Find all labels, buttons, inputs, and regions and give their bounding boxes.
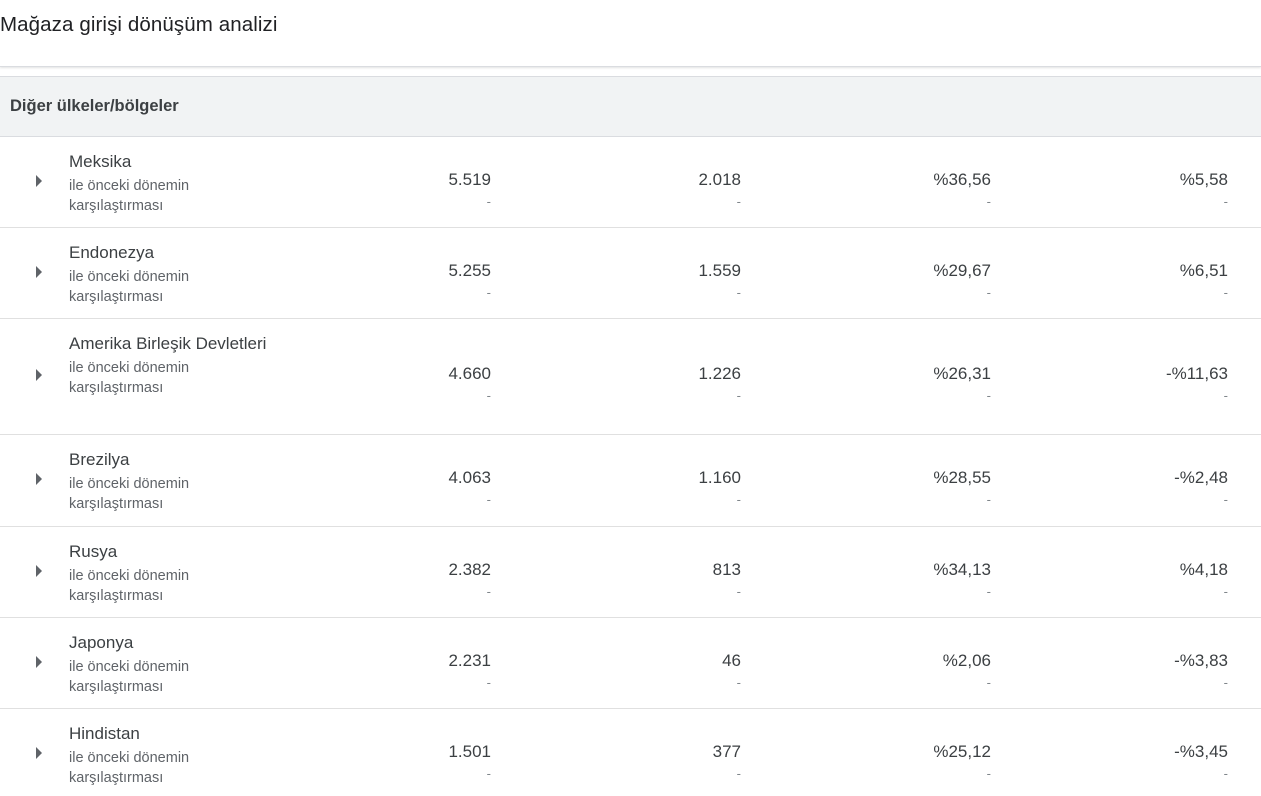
metric-change: - bbox=[986, 583, 991, 599]
metric-change: - bbox=[986, 284, 991, 300]
metric-value: %5,58 bbox=[1179, 169, 1228, 189]
table-row[interactable]: Meksika ile önceki dönemin karşılaştırmas… bbox=[0, 137, 1261, 228]
group-label: Diğer ülkeler/bölgeler bbox=[10, 97, 179, 115]
row-label-block: Brezilya ile önceki dönemin karşılaştırma… bbox=[69, 447, 269, 514]
metric-value: 813 bbox=[712, 559, 741, 579]
comparison-label: ile önceki dönemin karşılaştırması bbox=[69, 750, 190, 786]
metric-change: - bbox=[986, 193, 991, 209]
comparison-label: ile önceki dönemin karşılaştırması bbox=[69, 568, 190, 604]
metric-change: - bbox=[1223, 583, 1228, 599]
metric-value: %2,06 bbox=[942, 650, 991, 670]
metric-value: %6,51 bbox=[1179, 260, 1228, 280]
title-bar: Mağaza girişi dönüşüm analizi bbox=[0, 0, 1261, 67]
metric-value: %34,13 bbox=[933, 559, 991, 579]
metric-value: -%3,45 bbox=[1174, 741, 1228, 761]
comparison-label: ile önceki dönemin karşılaştırması bbox=[69, 269, 190, 305]
metric-change: - bbox=[736, 388, 741, 403]
table-row[interactable]: Endonezya ile önceki dönemin karşılaştırm… bbox=[0, 228, 1261, 319]
metric-change: - bbox=[986, 674, 991, 690]
metric-value: 2.231 bbox=[448, 650, 491, 670]
country-name: Meksika bbox=[69, 152, 132, 171]
table-row[interactable]: Amerika Birleşik Devletleri ile önceki dö… bbox=[0, 319, 1261, 435]
country-name: Amerika Birleşik Devletleri bbox=[69, 334, 267, 353]
metric-value: 46 bbox=[722, 650, 741, 670]
metric-value: 5.519 bbox=[448, 169, 491, 189]
comparison-label: ile önceki dönemin karşılaştırması bbox=[69, 178, 190, 214]
caret-right-icon[interactable] bbox=[36, 369, 42, 381]
metric-value: -%3,83 bbox=[1174, 650, 1228, 670]
metric-change: - bbox=[486, 492, 491, 507]
metric-value: %26,31 bbox=[933, 364, 991, 383]
metric-change: - bbox=[486, 388, 491, 403]
caret-right-icon[interactable] bbox=[36, 746, 42, 759]
metric-change: - bbox=[736, 674, 741, 690]
row-label-block: Hindistan ile önceki dönemin karşılaştırm… bbox=[69, 721, 269, 788]
country-name: Endonezya bbox=[69, 243, 155, 262]
row-label-block: Endonezya ile önceki dönemin karşılaştırm… bbox=[69, 240, 269, 307]
metric-value: 1.226 bbox=[698, 364, 741, 383]
metric-change: - bbox=[1223, 765, 1228, 781]
country-name: Brezilya bbox=[69, 450, 130, 469]
metric-value: %28,55 bbox=[933, 468, 991, 487]
metric-change: - bbox=[1223, 193, 1228, 209]
metric-change: - bbox=[986, 388, 991, 403]
metric-value: %25,12 bbox=[933, 741, 991, 761]
comparison-label: ile önceki dönemin karşılaştırması bbox=[69, 659, 190, 695]
metric-value: 5.255 bbox=[448, 260, 491, 280]
country-name: Rusya bbox=[69, 542, 118, 561]
country-name: Hindistan bbox=[69, 724, 140, 743]
row-label-block: Meksika ile önceki dönemin karşılaştırmas… bbox=[69, 149, 269, 216]
table-row[interactable]: Brezilya ile önceki dönemin karşılaştırma… bbox=[0, 435, 1261, 527]
metric-change: - bbox=[486, 193, 491, 209]
comparison-label: ile önceki dönemin karşılaştırması bbox=[69, 476, 190, 512]
row-label-block: Rusya ile önceki dönemin karşılaştırması bbox=[69, 539, 269, 606]
row-label-block: Japonya ile önceki dönemin karşılaştırmas… bbox=[69, 630, 269, 697]
metric-value: 2.382 bbox=[448, 559, 491, 579]
country-name: Japonya bbox=[69, 633, 134, 652]
metric-change: - bbox=[1223, 492, 1228, 507]
metric-value: %4,18 bbox=[1179, 559, 1228, 579]
metric-value: -%2,48 bbox=[1174, 468, 1228, 487]
group-header: Diğer ülkeler/bölgeler bbox=[0, 76, 1261, 137]
metric-change: - bbox=[736, 193, 741, 209]
metric-change: - bbox=[486, 765, 491, 781]
caret-right-icon[interactable] bbox=[36, 174, 42, 187]
metric-value: %36,56 bbox=[933, 169, 991, 189]
metric-change: - bbox=[1223, 284, 1228, 300]
metric-change: - bbox=[736, 492, 741, 507]
metric-change: - bbox=[986, 492, 991, 507]
metric-value: -%11,63 bbox=[1165, 364, 1228, 383]
metric-value: %29,67 bbox=[933, 260, 991, 280]
metric-change: - bbox=[486, 583, 491, 599]
metric-change: - bbox=[486, 284, 491, 300]
metric-value: 4.660 bbox=[448, 364, 491, 383]
comparison-label: ile önceki dönemin karşılaştırması bbox=[69, 360, 190, 396]
row-label-block: Amerika Birleşik Devletleri ile önceki dö… bbox=[69, 331, 269, 398]
caret-right-icon[interactable] bbox=[36, 564, 42, 577]
caret-right-icon[interactable] bbox=[36, 655, 42, 668]
table-row[interactable]: Rusya ile önceki dönemin karşılaştırması 2… bbox=[0, 527, 1261, 618]
metric-change: - bbox=[736, 284, 741, 300]
table-body: Meksika ile önceki dönemin karşılaştırmas… bbox=[0, 137, 1261, 796]
page-title: Mağaza girişi dönüşüm analizi bbox=[0, 13, 278, 36]
table-row[interactable]: Hindistan ile önceki dönemin karşılaştırm… bbox=[0, 709, 1261, 796]
metric-value: 4.063 bbox=[448, 468, 491, 487]
report-page: Mağaza girişi dönüşüm analizi Diğer ülke… bbox=[0, 0, 1261, 796]
metric-change: - bbox=[1223, 388, 1228, 403]
metric-value: 1.160 bbox=[698, 468, 741, 487]
metric-value: 1.501 bbox=[448, 741, 491, 761]
table-row[interactable]: Japonya ile önceki dönemin karşılaştırmas… bbox=[0, 618, 1261, 709]
metric-change: - bbox=[736, 765, 741, 781]
metric-change: - bbox=[736, 583, 741, 599]
metric-value: 1.559 bbox=[698, 260, 741, 280]
metric-value: 2.018 bbox=[698, 169, 741, 189]
caret-right-icon[interactable] bbox=[36, 473, 42, 485]
metric-change: - bbox=[1223, 674, 1228, 690]
caret-right-icon[interactable] bbox=[36, 265, 42, 278]
metric-change: - bbox=[486, 674, 491, 690]
metric-change: - bbox=[986, 765, 991, 781]
metric-value: 377 bbox=[712, 741, 741, 761]
